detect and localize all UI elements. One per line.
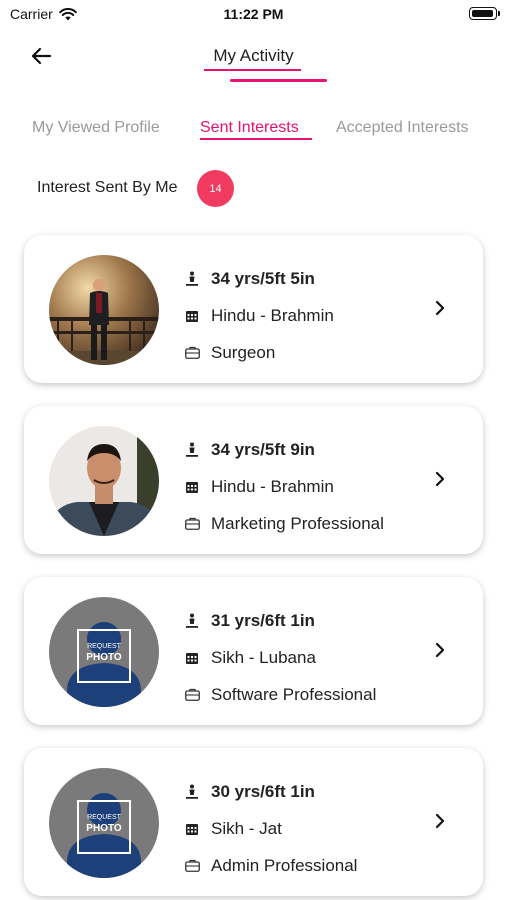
calendar-icon	[184, 821, 200, 837]
religion-caste: Hindu - Brahmin	[211, 305, 334, 325]
calendar-icon	[184, 308, 200, 324]
title-underline	[204, 69, 301, 71]
profession-row: Surgeon	[184, 334, 334, 371]
tab-accepted-interests[interactable]: Accepted Interests	[336, 119, 469, 137]
profile-photo-man-standing	[49, 255, 159, 365]
tab-my-viewed-profile[interactable]: My Viewed Profile	[32, 119, 160, 137]
profile-card[interactable]: REQUEST PHOTO 30 yrs/6ft 1in Sikh - Jat …	[24, 748, 483, 896]
religion-caste: Sikh - Lubana	[211, 647, 316, 667]
profile-info: 34 yrs/5ft 5in Hindu - Brahmin Surgeon	[184, 260, 334, 371]
profession: Surgeon	[211, 342, 276, 362]
age-height-row: 31 yrs/6ft 1in	[184, 602, 376, 639]
profile-info: 30 yrs/6ft 1in Sikh - Jat Admin Professi…	[184, 773, 357, 884]
chevron-right-icon	[435, 813, 445, 829]
briefcase-icon	[184, 687, 200, 703]
person-height-icon	[184, 784, 200, 800]
profession: Software Professional	[211, 684, 377, 704]
profile-card[interactable]: 34 yrs/5ft 5in Hindu - Brahmin Surgeon	[24, 235, 483, 383]
chevron-right-icon	[435, 300, 445, 316]
chevron-right-icon	[435, 642, 445, 658]
tab-sent-interests[interactable]: Sent Interests	[200, 119, 299, 137]
person-height-icon	[184, 271, 200, 287]
age-height-row: 30 yrs/6ft 1in	[184, 773, 357, 810]
profile-info: 34 yrs/5ft 9in Hindu - Brahmin Marketing…	[184, 431, 384, 542]
profession: Marketing Professional	[211, 513, 384, 533]
religion-row: Sikh - Jat	[184, 810, 357, 847]
religion-row: Sikh - Lubana	[184, 639, 376, 676]
age-height: 34 yrs/5ft 5in	[211, 268, 315, 288]
person-height-icon	[184, 613, 200, 629]
title-accent-bar	[230, 79, 327, 82]
briefcase-icon	[184, 345, 200, 361]
request-photo-line1: REQUEST	[87, 814, 122, 821]
request-photo-placeholder[interactable]: REQUEST PHOTO	[49, 597, 159, 707]
profession: Admin Professional	[211, 855, 358, 875]
religion-caste: Hindu - Brahmin	[211, 476, 334, 496]
age-height-row: 34 yrs/5ft 9in	[184, 431, 384, 468]
profile-photo-man-portrait	[49, 426, 159, 536]
religion-row: Hindu - Brahmin	[184, 468, 384, 505]
profile-info: 31 yrs/6ft 1in Sikh - Lubana Software Pr…	[184, 602, 376, 713]
interest-sent-label: Interest Sent By Me	[37, 179, 178, 196]
page-title: My Activity	[213, 46, 294, 65]
profession-row: Software Professional	[184, 676, 376, 713]
age-height: 31 yrs/6ft 1in	[211, 610, 315, 630]
religion-caste: Sikh - Jat	[211, 818, 282, 838]
request-photo-line1: REQUEST	[87, 643, 122, 650]
profession-row: Marketing Professional	[184, 505, 384, 542]
age-height-row: 34 yrs/5ft 5in	[184, 260, 334, 297]
request-photo-line2: PHOTO	[86, 652, 122, 663]
profile-card[interactable]: REQUEST PHOTO 31 yrs/6ft 1in Sikh - Luba…	[24, 577, 483, 725]
age-height: 34 yrs/5ft 9in	[211, 439, 315, 459]
briefcase-icon	[184, 858, 200, 874]
status-bar: Carrier 11:22 PM	[0, 0, 507, 28]
profession-row: Admin Professional	[184, 847, 357, 884]
clock: 11:22 PM	[223, 6, 284, 22]
profile-card[interactable]: 34 yrs/5ft 9in Hindu - Brahmin Marketing…	[24, 406, 483, 554]
calendar-icon	[184, 650, 200, 666]
active-tab-indicator	[200, 138, 312, 140]
age-height: 30 yrs/6ft 1in	[211, 781, 315, 801]
chevron-right-icon	[435, 471, 445, 487]
interest-count-badge: 14	[197, 170, 234, 207]
person-height-icon	[184, 442, 200, 458]
calendar-icon	[184, 479, 200, 495]
religion-row: Hindu - Brahmin	[184, 297, 334, 334]
request-photo-line2: PHOTO	[86, 823, 122, 834]
battery-icon	[469, 7, 500, 20]
request-photo-placeholder[interactable]: REQUEST PHOTO	[49, 768, 159, 878]
briefcase-icon	[184, 516, 200, 532]
